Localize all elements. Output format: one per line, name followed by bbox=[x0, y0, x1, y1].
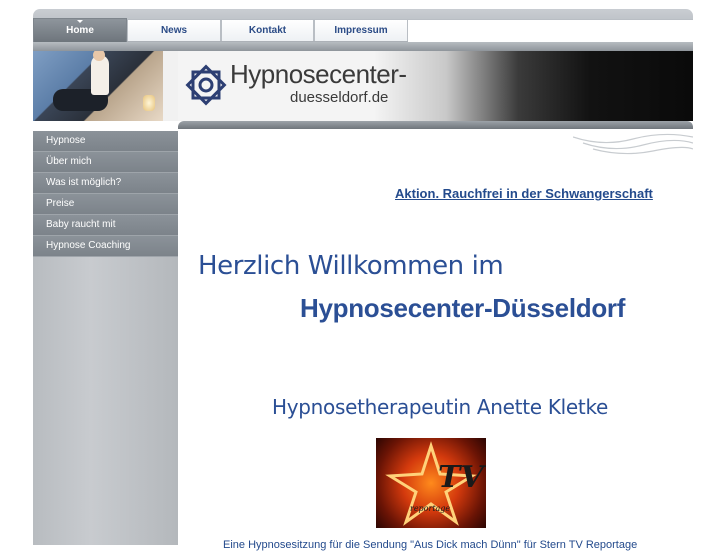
tab-kontakt-label: Kontakt bbox=[248, 25, 287, 36]
top-nav-bar: Home News Kontakt Impressum bbox=[33, 9, 693, 45]
tab-impressum-label: Impressum bbox=[334, 25, 388, 36]
sidebar-nav: Hypnose Über mich Was ist möglich? Preis… bbox=[33, 131, 178, 545]
therapist-heading: Hypnosetherapeutin Anette Kletke bbox=[272, 395, 609, 419]
sidebar-item-hypnose-coaching[interactable]: Hypnose Coaching bbox=[33, 236, 178, 257]
active-tab-caret-icon bbox=[77, 20, 83, 23]
tv-logo-text: TV bbox=[438, 460, 484, 495]
header-bottom-strip bbox=[178, 121, 693, 129]
stern-tv-reportage-image[interactable]: TV reportage bbox=[376, 438, 486, 528]
main-content: Aktion. Rauchfrei in der Schwangerschaft… bbox=[178, 131, 693, 551]
tab-impressum[interactable]: Impressum bbox=[314, 19, 408, 41]
photo-lamp-shape bbox=[143, 95, 155, 111]
logo-title: Hypnosecenter- bbox=[230, 59, 407, 89]
header-divider-stripe bbox=[33, 42, 693, 51]
decorative-waves-icon bbox=[573, 133, 693, 155]
promo-link-rauchfrei[interactable]: Aktion. Rauchfrei in der Schwangerschaft bbox=[395, 186, 653, 201]
sidebar-item-baby-raucht-mit[interactable]: Baby raucht mit bbox=[33, 215, 178, 236]
page-frame: Home News Kontakt Impressum Hypnosecente… bbox=[33, 9, 693, 551]
site-logo-banner[interactable]: Hypnosecenter- duesseldorf.de bbox=[178, 51, 693, 121]
sidebar-item-preise[interactable]: Preise bbox=[33, 194, 178, 215]
image-caption: Eine Hypnosesitzung für die Sendung "Aus… bbox=[223, 539, 638, 551]
tab-home-label: Home bbox=[66, 25, 94, 36]
welcome-heading: Herzlich Willkommen im bbox=[198, 251, 504, 281]
sidebar-item-ueber-mich[interactable]: Über mich bbox=[33, 152, 178, 173]
tab-news-label: News bbox=[160, 25, 188, 36]
sidebar-item-was-ist-moeglich[interactable]: Was ist möglich? bbox=[33, 173, 178, 194]
logo-star-icon bbox=[185, 64, 227, 106]
tv-logo-subtext: reportage bbox=[410, 504, 451, 513]
photo-person-shape bbox=[91, 55, 109, 95]
tab-kontakt[interactable]: Kontakt bbox=[221, 19, 314, 41]
site-header: Hypnosecenter- duesseldorf.de bbox=[33, 51, 693, 129]
tab-bar-filler bbox=[408, 19, 693, 42]
center-name-heading: Hypnosecenter-Düsseldorf bbox=[300, 293, 626, 323]
sidebar-item-hypnose[interactable]: Hypnose bbox=[33, 131, 178, 152]
tab-news[interactable]: News bbox=[127, 19, 221, 41]
header-photo bbox=[33, 51, 163, 121]
tab-home[interactable]: Home bbox=[33, 18, 127, 42]
logo-subtitle: duesseldorf.de bbox=[290, 89, 389, 106]
